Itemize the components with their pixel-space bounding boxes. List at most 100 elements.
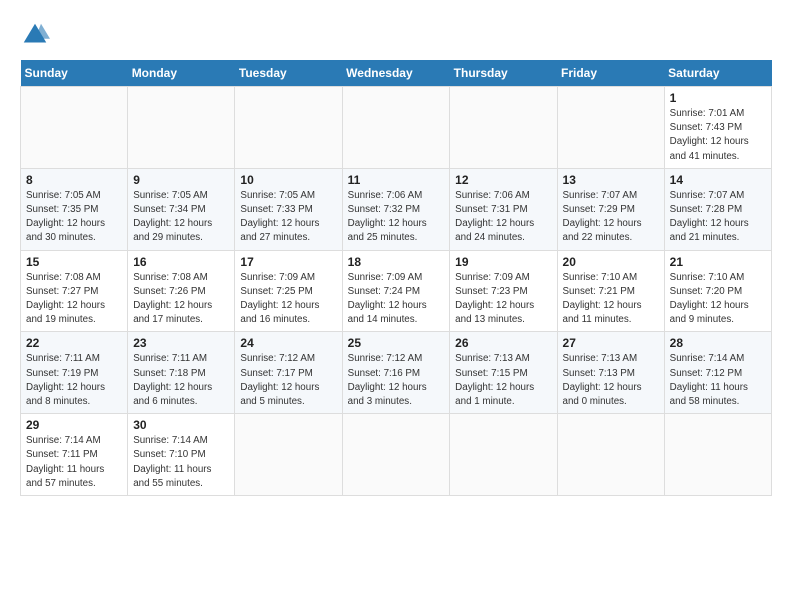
day-info: Sunrise: 7:13 AM Sunset: 7:15 PM Dayligh… bbox=[455, 352, 551, 409]
day-info: Sunrise: 7:05 AM Sunset: 7:34 PM Dayligh… bbox=[133, 189, 229, 246]
day-number: 18 bbox=[348, 255, 445, 269]
calendar-week-4: 29 Sunrise: 7:14 AM Sunset: 7:11 PM Dayli… bbox=[21, 414, 772, 496]
day-number: 11 bbox=[348, 173, 445, 187]
calendar-week-3: 22 Sunrise: 7:11 AM Sunset: 7:19 PM Dayli… bbox=[21, 332, 772, 414]
day-info: Sunrise: 7:10 AM Sunset: 7:20 PM Dayligh… bbox=[670, 271, 766, 328]
calendar-cell: 16 Sunrise: 7:08 AM Sunset: 7:26 PM Dayli… bbox=[128, 250, 235, 332]
calendar-cell: 26 Sunrise: 7:13 AM Sunset: 7:15 PM Dayli… bbox=[450, 332, 557, 414]
column-header-wednesday: Wednesday bbox=[342, 60, 450, 87]
column-header-thursday: Thursday bbox=[450, 60, 557, 87]
calendar-cell: 17 Sunrise: 7:09 AM Sunset: 7:25 PM Dayli… bbox=[235, 250, 342, 332]
day-number: 28 bbox=[670, 336, 766, 350]
day-info: Sunrise: 7:14 AM Sunset: 7:12 PM Dayligh… bbox=[670, 352, 766, 409]
calendar-week-1: 8 Sunrise: 7:05 AM Sunset: 7:35 PM Daylig… bbox=[21, 168, 772, 250]
day-info: Sunrise: 7:05 AM Sunset: 7:33 PM Dayligh… bbox=[240, 189, 336, 246]
calendar-cell bbox=[235, 87, 342, 169]
calendar-cell: 11 Sunrise: 7:06 AM Sunset: 7:32 PM Dayli… bbox=[342, 168, 450, 250]
day-number: 1 bbox=[670, 91, 766, 105]
day-info: Sunrise: 7:09 AM Sunset: 7:25 PM Dayligh… bbox=[240, 271, 336, 328]
column-header-sunday: Sunday bbox=[21, 60, 128, 87]
day-number: 19 bbox=[455, 255, 551, 269]
calendar-cell: 12 Sunrise: 7:06 AM Sunset: 7:31 PM Dayli… bbox=[450, 168, 557, 250]
day-info: Sunrise: 7:11 AM Sunset: 7:19 PM Dayligh… bbox=[26, 352, 122, 409]
column-header-tuesday: Tuesday bbox=[235, 60, 342, 87]
day-number: 16 bbox=[133, 255, 229, 269]
day-info: Sunrise: 7:09 AM Sunset: 7:24 PM Dayligh… bbox=[348, 271, 445, 328]
logo-icon bbox=[20, 20, 50, 50]
logo bbox=[20, 20, 54, 50]
day-info: Sunrise: 7:05 AM Sunset: 7:35 PM Dayligh… bbox=[26, 189, 122, 246]
column-header-friday: Friday bbox=[557, 60, 664, 87]
calendar-cell bbox=[128, 87, 235, 169]
calendar-cell: 27 Sunrise: 7:13 AM Sunset: 7:13 PM Dayli… bbox=[557, 332, 664, 414]
calendar-cell bbox=[342, 87, 450, 169]
column-header-monday: Monday bbox=[128, 60, 235, 87]
calendar-week-2: 15 Sunrise: 7:08 AM Sunset: 7:27 PM Dayli… bbox=[21, 250, 772, 332]
day-number: 13 bbox=[563, 173, 659, 187]
day-number: 26 bbox=[455, 336, 551, 350]
day-number: 8 bbox=[26, 173, 122, 187]
day-number: 10 bbox=[240, 173, 336, 187]
calendar-cell bbox=[450, 87, 557, 169]
day-info: Sunrise: 7:08 AM Sunset: 7:26 PM Dayligh… bbox=[133, 271, 229, 328]
calendar-cell: 22 Sunrise: 7:11 AM Sunset: 7:19 PM Dayli… bbox=[21, 332, 128, 414]
calendar-cell: 24 Sunrise: 7:12 AM Sunset: 7:17 PM Dayli… bbox=[235, 332, 342, 414]
calendar-cell bbox=[557, 414, 664, 496]
calendar-cell bbox=[235, 414, 342, 496]
day-number: 21 bbox=[670, 255, 766, 269]
calendar-cell bbox=[664, 414, 771, 496]
day-info: Sunrise: 7:06 AM Sunset: 7:31 PM Dayligh… bbox=[455, 189, 551, 246]
day-number: 24 bbox=[240, 336, 336, 350]
calendar-cell: 18 Sunrise: 7:09 AM Sunset: 7:24 PM Dayli… bbox=[342, 250, 450, 332]
day-info: Sunrise: 7:11 AM Sunset: 7:18 PM Dayligh… bbox=[133, 352, 229, 409]
calendar-cell: 21 Sunrise: 7:10 AM Sunset: 7:20 PM Dayli… bbox=[664, 250, 771, 332]
calendar-cell bbox=[21, 87, 128, 169]
calendar-cell: 13 Sunrise: 7:07 AM Sunset: 7:29 PM Dayli… bbox=[557, 168, 664, 250]
day-info: Sunrise: 7:01 AM Sunset: 7:43 PM Dayligh… bbox=[670, 107, 766, 164]
calendar-cell bbox=[450, 414, 557, 496]
calendar-cell: 14 Sunrise: 7:07 AM Sunset: 7:28 PM Dayli… bbox=[664, 168, 771, 250]
calendar-cell: 1 Sunrise: 7:01 AM Sunset: 7:43 PM Daylig… bbox=[664, 87, 771, 169]
day-number: 15 bbox=[26, 255, 122, 269]
calendar-cell: 8 Sunrise: 7:05 AM Sunset: 7:35 PM Daylig… bbox=[21, 168, 128, 250]
day-number: 25 bbox=[348, 336, 445, 350]
calendar-cell: 9 Sunrise: 7:05 AM Sunset: 7:34 PM Daylig… bbox=[128, 168, 235, 250]
calendar-cell: 20 Sunrise: 7:10 AM Sunset: 7:21 PM Dayli… bbox=[557, 250, 664, 332]
day-info: Sunrise: 7:14 AM Sunset: 7:10 PM Dayligh… bbox=[133, 434, 229, 491]
day-number: 30 bbox=[133, 418, 229, 432]
day-info: Sunrise: 7:08 AM Sunset: 7:27 PM Dayligh… bbox=[26, 271, 122, 328]
day-info: Sunrise: 7:14 AM Sunset: 7:11 PM Dayligh… bbox=[26, 434, 122, 491]
column-header-saturday: Saturday bbox=[664, 60, 771, 87]
calendar-cell: 28 Sunrise: 7:14 AM Sunset: 7:12 PM Dayli… bbox=[664, 332, 771, 414]
day-number: 29 bbox=[26, 418, 122, 432]
calendar-header-row: SundayMondayTuesdayWednesdayThursdayFrid… bbox=[21, 60, 772, 87]
calendar-cell: 30 Sunrise: 7:14 AM Sunset: 7:10 PM Dayli… bbox=[128, 414, 235, 496]
day-number: 27 bbox=[563, 336, 659, 350]
calendar-cell: 29 Sunrise: 7:14 AM Sunset: 7:11 PM Dayli… bbox=[21, 414, 128, 496]
day-number: 22 bbox=[26, 336, 122, 350]
day-info: Sunrise: 7:06 AM Sunset: 7:32 PM Dayligh… bbox=[348, 189, 445, 246]
calendar-cell bbox=[557, 87, 664, 169]
day-number: 23 bbox=[133, 336, 229, 350]
calendar-week-0: 1 Sunrise: 7:01 AM Sunset: 7:43 PM Daylig… bbox=[21, 87, 772, 169]
calendar-table: SundayMondayTuesdayWednesdayThursdayFrid… bbox=[20, 60, 772, 496]
calendar-cell bbox=[342, 414, 450, 496]
calendar-cell: 19 Sunrise: 7:09 AM Sunset: 7:23 PM Dayli… bbox=[450, 250, 557, 332]
day-info: Sunrise: 7:12 AM Sunset: 7:16 PM Dayligh… bbox=[348, 352, 445, 409]
calendar-cell: 15 Sunrise: 7:08 AM Sunset: 7:27 PM Dayli… bbox=[21, 250, 128, 332]
day-info: Sunrise: 7:10 AM Sunset: 7:21 PM Dayligh… bbox=[563, 271, 659, 328]
calendar-cell: 23 Sunrise: 7:11 AM Sunset: 7:18 PM Dayli… bbox=[128, 332, 235, 414]
day-number: 9 bbox=[133, 173, 229, 187]
calendar-cell: 25 Sunrise: 7:12 AM Sunset: 7:16 PM Dayli… bbox=[342, 332, 450, 414]
day-info: Sunrise: 7:07 AM Sunset: 7:28 PM Dayligh… bbox=[670, 189, 766, 246]
page-header bbox=[20, 20, 772, 50]
calendar-cell: 10 Sunrise: 7:05 AM Sunset: 7:33 PM Dayli… bbox=[235, 168, 342, 250]
day-info: Sunrise: 7:09 AM Sunset: 7:23 PM Dayligh… bbox=[455, 271, 551, 328]
day-info: Sunrise: 7:07 AM Sunset: 7:29 PM Dayligh… bbox=[563, 189, 659, 246]
day-info: Sunrise: 7:13 AM Sunset: 7:13 PM Dayligh… bbox=[563, 352, 659, 409]
day-number: 14 bbox=[670, 173, 766, 187]
day-number: 12 bbox=[455, 173, 551, 187]
day-number: 20 bbox=[563, 255, 659, 269]
day-number: 17 bbox=[240, 255, 336, 269]
day-info: Sunrise: 7:12 AM Sunset: 7:17 PM Dayligh… bbox=[240, 352, 336, 409]
